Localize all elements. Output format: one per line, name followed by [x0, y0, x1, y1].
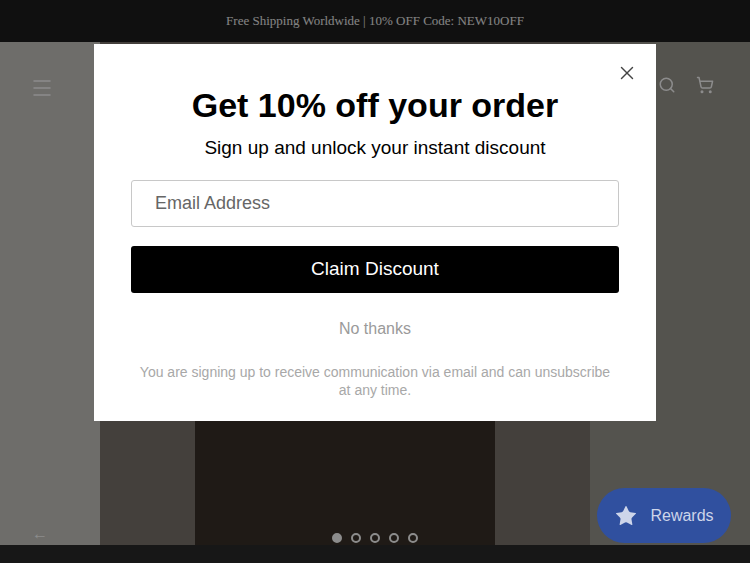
modal-overlay[interactable]: Get 10% off your order Sign up and unlock… — [0, 0, 750, 563]
popup-subtitle: Sign up and unlock your instant discount — [204, 136, 545, 160]
no-thanks-link[interactable]: No thanks — [339, 317, 411, 341]
store-page: Free Shipping Worldwide | 10% OFF Code: … — [0, 0, 750, 563]
star-icon — [614, 504, 638, 528]
newsletter-popup: Get 10% off your order Sign up and unlock… — [94, 44, 656, 421]
popup-title: Get 10% off your order — [192, 84, 559, 126]
rewards-button[interactable]: Rewards — [597, 488, 731, 543]
rewards-label: Rewards — [650, 504, 713, 528]
disclaimer-text: You are signing up to receive communicat… — [135, 363, 615, 399]
email-input[interactable] — [131, 180, 619, 227]
close-icon[interactable] — [616, 62, 638, 84]
claim-discount-button[interactable]: Claim Discount — [131, 246, 619, 293]
